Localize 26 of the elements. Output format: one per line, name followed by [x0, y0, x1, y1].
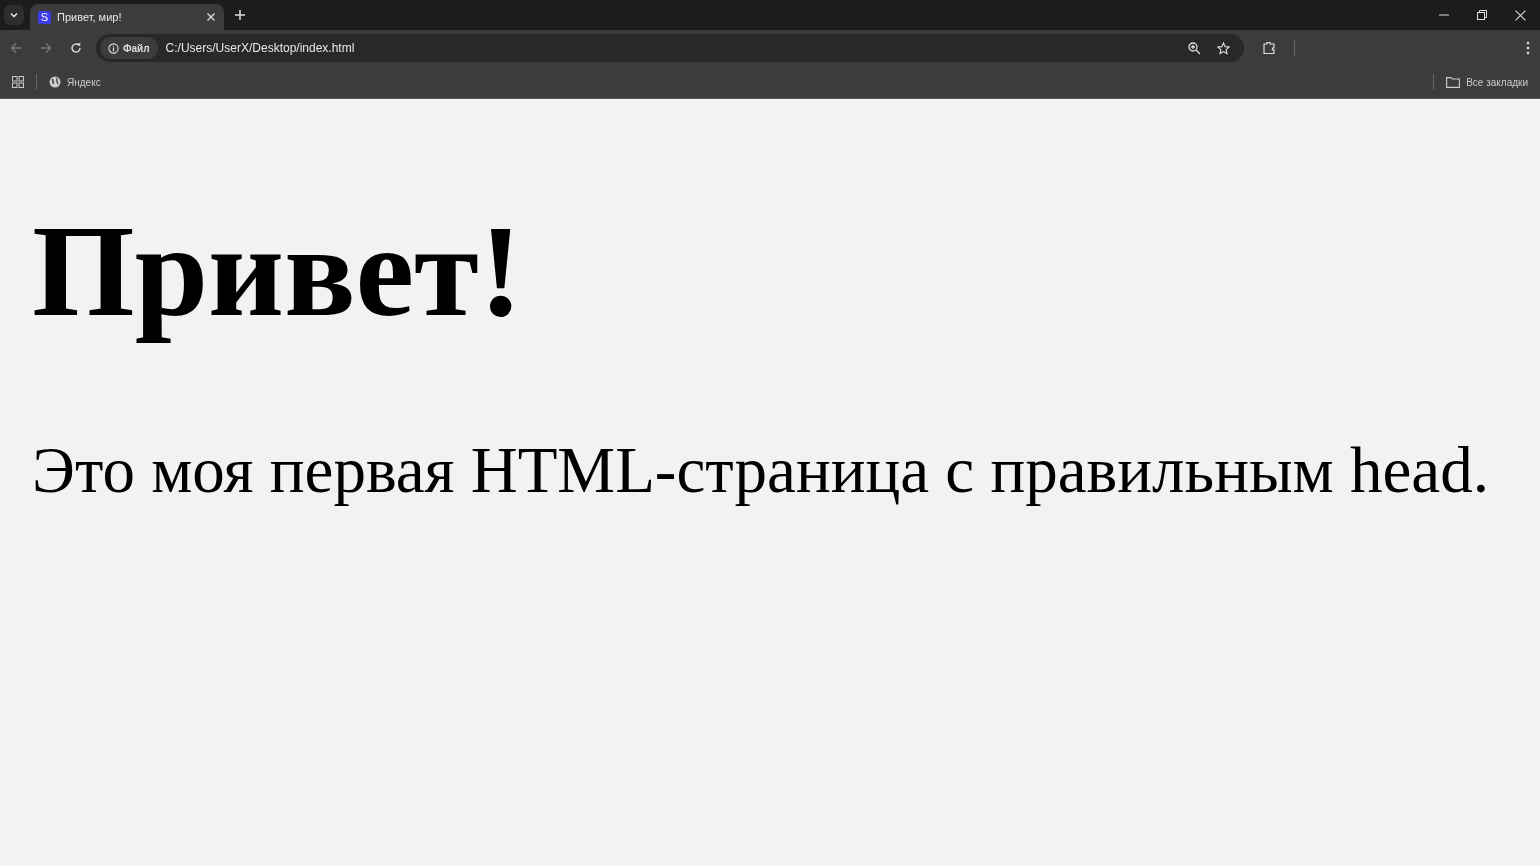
chevron-down-icon [9, 10, 19, 20]
favicon: S [38, 10, 51, 24]
plus-icon[interactable] [234, 9, 246, 21]
url-text: C:/Users/UserX/Desktop/index.html [165, 41, 355, 55]
info-icon [108, 42, 119, 54]
bookmark-item[interactable]: Яндекс [49, 76, 101, 88]
close-icon[interactable] [206, 12, 216, 22]
zoom-in-icon[interactable] [1188, 41, 1201, 55]
close-icon[interactable] [1515, 9, 1526, 21]
address-bar[interactable]: Файл C:/Users/UserX/Desktop/index.html [96, 34, 1244, 62]
menu-icon[interactable] [1526, 41, 1530, 55]
folder-icon [1446, 76, 1461, 88]
reload-icon[interactable] [70, 42, 82, 54]
site-info-label: Файл [123, 42, 150, 54]
page-paragraph: Это моя первая HTML-страница с правильным head. [32, 432, 1490, 508]
site-info-chip[interactable]: Файл [100, 37, 158, 59]
page-heading: Привет! [32, 196, 524, 346]
globe-icon [49, 76, 61, 88]
tab-search-button[interactable] [4, 5, 24, 25]
all-bookmarks-button[interactable]: Все закладки [1446, 76, 1528, 88]
browser-tab[interactable]: S Привет, мир! [30, 4, 224, 30]
restore-icon[interactable] [1477, 10, 1487, 20]
puzzle-icon[interactable] [1262, 41, 1276, 55]
apps-grid-icon[interactable] [12, 76, 24, 88]
star-icon[interactable] [1217, 41, 1230, 55]
tab-title: Привет, мир! [57, 11, 123, 23]
